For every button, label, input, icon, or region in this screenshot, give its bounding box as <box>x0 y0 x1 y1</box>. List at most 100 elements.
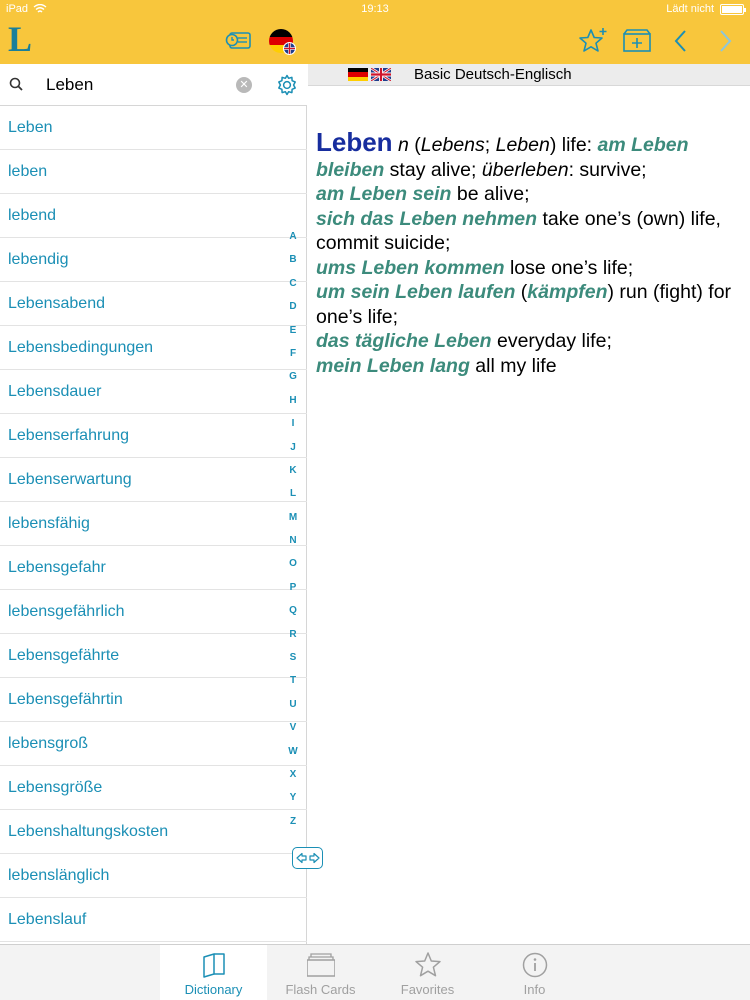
langenscheidt-logo: L <box>8 19 33 59</box>
back-button[interactable] <box>664 24 698 58</box>
index-letter[interactable]: G <box>284 365 302 388</box>
tab-label: Flash Cards <box>285 982 356 997</box>
dictionary-header: Basic Deutsch-Englisch <box>308 64 750 86</box>
list-item[interactable]: Leben <box>0 106 307 150</box>
index-letter[interactable]: M <box>284 506 302 529</box>
example-phrase: mein Leben lang <box>316 354 470 377</box>
tab-bar: Dictionary Flash Cards Favorites Info <box>0 944 750 1000</box>
list-item[interactable]: Lebensgefahr <box>0 546 307 590</box>
search-icon <box>9 77 23 91</box>
add-favorite-button[interactable] <box>576 24 610 58</box>
list-item[interactable]: leben <box>0 150 307 194</box>
tab-flash-cards[interactable]: Flash Cards <box>267 945 374 1000</box>
index-letter[interactable]: H <box>284 389 302 412</box>
list-item[interactable]: lebendig <box>0 238 307 282</box>
clear-search-button[interactable]: ✕ <box>236 77 252 93</box>
forward-button[interactable] <box>708 24 742 58</box>
battery-icon <box>720 3 746 15</box>
index-letter[interactable]: N <box>284 529 302 552</box>
word-list: Leben leben lebend lebendig Lebensabend … <box>0 106 307 942</box>
index-letter[interactable]: C <box>284 272 302 295</box>
entry-line: ums Leben kommen lose one’s life; <box>316 256 634 279</box>
top-bar: iPad 19:13 Lädt nicht L <box>0 0 750 64</box>
tab-label: Dictionary <box>184 982 243 997</box>
plural-form: Leben <box>495 134 550 156</box>
index-letter[interactable]: B <box>284 248 302 271</box>
index-letter[interactable]: V <box>284 716 302 739</box>
tab-favorites[interactable]: Favorites <box>374 945 481 1000</box>
list-item[interactable]: Lebensgröße <box>0 766 307 810</box>
list-item[interactable]: Lebensdauer <box>0 370 307 414</box>
search-input[interactable] <box>46 73 226 97</box>
entry-line: am Leben sein be alive; <box>316 183 530 205</box>
entry-line: um sein Leben laufen (kämpfen) run (figh… <box>316 281 732 328</box>
index-letter[interactable]: Q <box>284 599 302 622</box>
flashcards-icon <box>307 953 335 977</box>
index-letter[interactable]: T <box>284 669 302 692</box>
word-list-panel: ✕ Leben leben lebend lebendig Lebensaben… <box>0 64 307 944</box>
entry-line: mein Leben lang all my life <box>316 354 557 377</box>
index-letter[interactable]: R <box>284 623 302 646</box>
list-item[interactable]: Lebenserwartung <box>0 458 307 502</box>
index-letter[interactable]: J <box>284 436 302 459</box>
list-item[interactable]: lebensgefährlich <box>0 590 307 634</box>
add-flashcard-button[interactable] <box>620 24 654 58</box>
index-letter[interactable]: A <box>284 225 302 248</box>
entry-head: Leben n (Lebens; Leben) life: am Leben b… <box>316 127 689 181</box>
index-letter[interactable]: Z <box>284 810 302 833</box>
tab-label: Info <box>523 982 546 997</box>
list-item[interactable]: Lebensbedingungen <box>0 326 307 370</box>
index-letter[interactable]: K <box>284 459 302 482</box>
example-phrase: am Leben sein <box>316 183 452 205</box>
entry-line: sich das Leben nehmen take one’s (own) l… <box>316 207 721 255</box>
list-item[interactable]: lebensgroß <box>0 722 307 766</box>
index-letter[interactable]: Y <box>284 786 302 809</box>
expand-arrows-icon <box>295 852 320 864</box>
settings-gear-icon[interactable] <box>275 73 299 97</box>
tab-info[interactable]: Info <box>481 945 588 1000</box>
index-letter[interactable]: W <box>284 740 302 763</box>
status-bar: iPad 19:13 Lädt nicht <box>0 0 750 20</box>
index-letter[interactable]: O <box>284 552 302 575</box>
history-button[interactable] <box>222 24 256 58</box>
german-flag-icon <box>348 68 368 81</box>
tab-label: Favorites <box>400 982 455 997</box>
status-time: 19:13 <box>361 3 389 15</box>
list-item[interactable]: Lebenshaltungskosten <box>0 810 307 854</box>
headword: Leben <box>316 127 393 157</box>
part-of-speech: n <box>398 134 409 156</box>
list-item[interactable]: Lebensabend <box>0 282 307 326</box>
index-letter[interactable]: E <box>284 319 302 342</box>
tab-dictionary[interactable]: Dictionary <box>160 945 267 1000</box>
index-letter[interactable]: P <box>284 576 302 599</box>
index-letter[interactable]: S <box>284 646 302 669</box>
index-letter[interactable]: F <box>284 342 302 365</box>
panel-toggle-button[interactable] <box>292 847 323 869</box>
example-phrase: kämpfen <box>527 281 608 303</box>
chevron-left-icon <box>674 30 686 52</box>
charging-label: Lädt nicht <box>666 3 714 15</box>
index-letter[interactable]: X <box>284 763 302 786</box>
language-switch-button[interactable] <box>264 24 298 58</box>
list-item[interactable]: Lebensgefährte <box>0 634 307 678</box>
alphabet-index[interactable]: A B C D E F G H I J K L M N O P Q R S T … <box>284 225 302 833</box>
book-icon <box>203 953 225 978</box>
list-item[interactable]: lebenslänglich <box>0 854 307 898</box>
index-letter[interactable]: I <box>284 412 302 435</box>
index-letter[interactable]: D <box>284 295 302 318</box>
list-item[interactable]: Lebenslauf <box>0 898 307 942</box>
entry-line: das tägliche Leben everyday life; <box>316 330 612 352</box>
dictionary-entry: Leben n (Lebens; Leben) life: am Leben b… <box>316 127 736 378</box>
genitive-form: Lebens <box>420 134 485 156</box>
list-item[interactable]: Lebensgefährtin <box>0 678 307 722</box>
list-item[interactable]: lebend <box>0 194 307 238</box>
example-phrase: um sein Leben laufen <box>316 281 516 303</box>
list-item[interactable]: Lebenserfahrung <box>0 414 307 458</box>
example-phrase: ums Leben kommen <box>316 256 505 279</box>
index-letter[interactable]: U <box>284 693 302 716</box>
uk-flag-icon <box>371 68 391 81</box>
card-plus-icon <box>623 29 651 52</box>
list-item[interactable]: lebensfähig <box>0 502 307 546</box>
index-letter[interactable]: L <box>284 482 302 505</box>
history-icon <box>225 32 251 49</box>
